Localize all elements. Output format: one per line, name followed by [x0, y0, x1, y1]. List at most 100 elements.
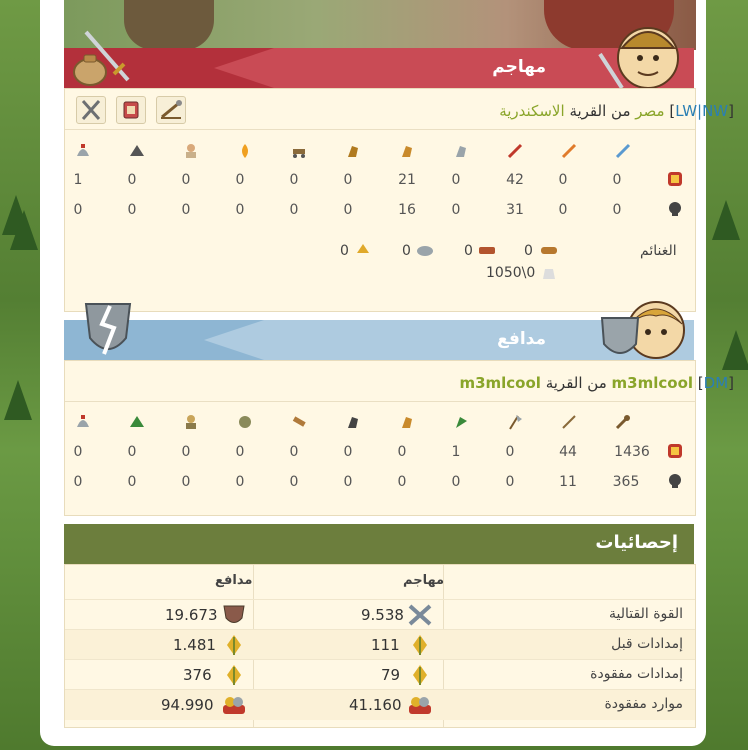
crop-icon: [357, 244, 369, 253]
stats-row-label: القوة القتالية: [609, 606, 683, 622]
defender-tag[interactable]: DM: [704, 374, 729, 392]
from-village-label: من القرية: [545, 374, 607, 392]
ram-icon: [292, 416, 306, 427]
settler-icon: [130, 145, 144, 156]
shield-box-icon[interactable]: [116, 96, 146, 124]
stats-row-label: موارد مفقودة: [604, 696, 683, 712]
troop-count: 0: [181, 444, 191, 460]
column-header-attacker: مهاجم: [403, 573, 445, 588]
troop-count: 0: [451, 172, 461, 188]
statistics-title: إحصائيات: [595, 532, 678, 553]
loss-count: 0: [558, 202, 568, 218]
troop-count: 42: [506, 172, 524, 188]
hero-helmet-icon: [77, 144, 89, 156]
attacker-value: 111: [371, 636, 400, 654]
loss-count: 0: [127, 474, 137, 490]
troop-count: 0: [505, 444, 515, 460]
loss-count: 0: [612, 202, 622, 218]
loss-count: 0: [343, 202, 353, 218]
battering-ram-icon: [293, 149, 305, 158]
loot-wood-value: 0: [524, 243, 533, 259]
attacker-title: مهاجم: [492, 57, 546, 77]
loss-count: 0: [289, 474, 299, 490]
loss-count: 0: [397, 474, 407, 490]
troop-count: 1: [451, 444, 461, 460]
defender-value: 94.990: [161, 696, 214, 714]
catapult-stone-icon: [239, 416, 251, 428]
attacker-avatar: [598, 27, 679, 90]
loss-count: 0: [181, 202, 191, 218]
defender-player-line: [DM] m3mlcool من القرية m3mlcool: [459, 374, 734, 392]
tree-decoration: [4, 380, 32, 420]
troop-count: 0: [397, 444, 407, 460]
loss-count: 0: [181, 474, 191, 490]
troop-count: 0: [73, 444, 83, 460]
spear-icon: [562, 415, 576, 429]
statistics-table: مدافع مهاجم القوة القتالية 9.538 19.673 …: [64, 564, 696, 728]
club-icon: [615, 415, 630, 430]
equites-legati-icon: [456, 146, 466, 157]
capacity-bag-icon: [543, 269, 555, 279]
troop-count: 0: [127, 172, 137, 188]
iron-icon: [417, 246, 433, 256]
loot-iron-value: 0: [402, 243, 411, 259]
troop-count: 0: [612, 172, 622, 188]
loss-count: 11: [559, 474, 577, 490]
loss-count: 0: [235, 202, 245, 218]
loot-crop-value: 0: [340, 243, 349, 259]
carry-capacity: 1050\0: [486, 265, 536, 281]
loss-count: 0: [289, 202, 299, 218]
loss-count: 0: [73, 202, 83, 218]
troop-count: 0: [127, 444, 137, 460]
senator-icon: [186, 144, 196, 158]
troop-count: 0: [343, 172, 353, 188]
broken-shield-icon: [84, 303, 132, 355]
defender-village-name[interactable]: m3mlcool: [459, 374, 540, 392]
tree-decoration: [712, 200, 740, 240]
loot-bag-sword-icon: [73, 30, 130, 86]
tree-decoration: [722, 330, 748, 370]
loss-count: 0: [451, 202, 461, 218]
equites-imperatoris-icon: [402, 146, 412, 157]
losses-skull-icon: [669, 474, 681, 488]
statistics-header: إحصائيات: [64, 524, 694, 564]
loss-count: 0: [127, 202, 137, 218]
loss-count: 365: [612, 474, 640, 490]
attacker-player-line: [LW|NW] مصر من القرية الاسكندرية: [499, 102, 734, 120]
paladin-icon: [402, 417, 412, 428]
defender-value: 19.673: [165, 606, 218, 624]
imperian-icon: [507, 143, 523, 159]
troop-count: 0: [558, 172, 568, 188]
praetorian-icon: [561, 143, 577, 159]
stats-row-label: إمدادات مفقودة: [590, 666, 683, 682]
loss-count: 0: [343, 474, 353, 490]
troop-count: 1436: [614, 444, 650, 460]
resources-pile-icon: [409, 697, 431, 714]
tree-decoration: [10, 210, 38, 250]
stats-row-supply-before: إمدادات قبل 111 1.481: [65, 629, 695, 660]
losses-skull-icon: [669, 202, 681, 216]
resources-pile-icon: [223, 697, 245, 714]
stats-row-resources-lost: موارد مفقودة 41.160 94.990: [65, 689, 695, 720]
stats-row-label: إمدادات قبل: [611, 636, 683, 652]
troop-count: 0: [343, 444, 353, 460]
troops-row-icon: [668, 444, 682, 458]
loot-clay-value: 0: [464, 243, 473, 259]
defender-value: 1.481: [173, 636, 216, 654]
hero-helmet-icon: [77, 415, 89, 427]
wood-icon: [541, 247, 557, 254]
loss-count: 0: [505, 474, 515, 490]
scout-icon: [456, 417, 467, 428]
loss-count: 0: [73, 474, 83, 490]
defender-player-name[interactable]: m3mlcool: [612, 374, 693, 392]
legionnaire-icon: [615, 143, 631, 159]
troop-count: 44: [559, 444, 577, 460]
loss-count: 0: [451, 474, 461, 490]
attacker-tag[interactable]: LW|NW: [675, 102, 728, 120]
swords-crossed-icon[interactable]: [76, 96, 106, 124]
catapult-icon[interactable]: [156, 96, 186, 124]
attacker-village-name[interactable]: الاسكندرية: [499, 102, 564, 120]
attacker-player-name[interactable]: مصر: [635, 102, 664, 120]
defender-value: 376: [183, 666, 212, 684]
wheat-icon: [413, 635, 427, 655]
